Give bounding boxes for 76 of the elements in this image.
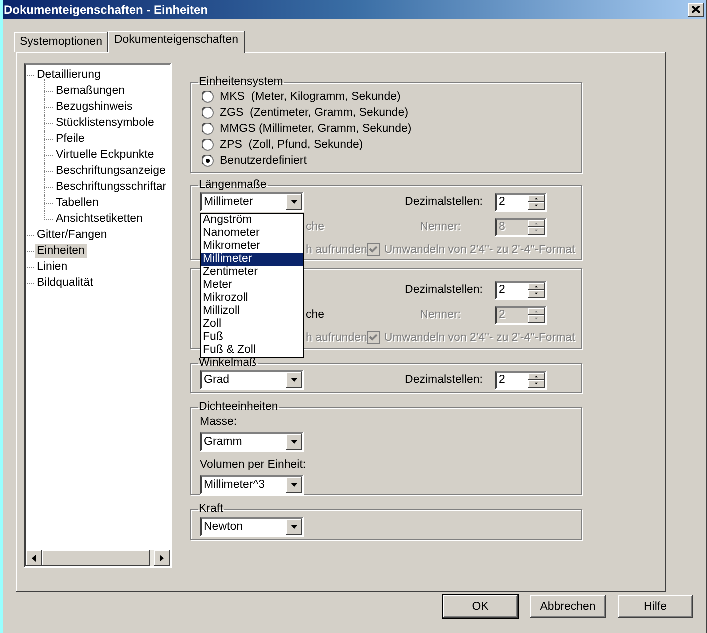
horizontal-scrollbar[interactable] [26,550,170,566]
dialog-button[interactable]: Hilfe [618,595,693,618]
list-option[interactable]: Mikrozoll [201,292,303,305]
number-spinner[interactable]: 2 [495,370,547,390]
group-title: Kraft [198,503,224,516]
tree-item[interactable]: Virtuelle Eckpunkte [54,148,156,162]
tree-item[interactable]: Pfeile [54,132,87,146]
tree-item[interactable]: Beschriftungsanzeige [54,164,168,178]
tree-item[interactable]: Bemaßungen [54,84,128,98]
window-title: Dokumenteigenschaften - Einheiten [4,2,208,16]
option-label: che [306,221,325,233]
dropdown-field[interactable]: Newton [200,517,304,537]
list-option[interactable]: Millizoll [201,305,303,318]
close-button[interactable] [688,2,704,16]
list-option[interactable]: Fuß & Zoll [201,344,303,357]
dropdown-field[interactable]: Gramm [200,432,304,452]
radio-label: MKS (Meter, Kilogramm, Sekunde) [220,91,401,103]
field-label: Masse: [200,415,238,430]
left-arrow-icon [32,554,36,562]
field-label: Volumen per Einheit: [200,458,308,473]
field-label: Nenner: [420,309,461,321]
list-option[interactable]: Angström [201,214,303,227]
tree-item[interactable]: Ansichtsetiketten [54,212,145,226]
dropdown-arrow-icon [290,378,298,382]
group-title: Winkelmaß [198,357,258,370]
field-label: Dezimalstellen: [405,374,483,386]
list-option[interactable]: Millimeter [201,253,303,266]
right-arrow-icon [160,554,164,562]
tree-item[interactable]: Bildqualität [35,276,96,290]
tree-item[interactable]: Linien [35,260,70,274]
radio-button[interactable] [202,155,214,167]
field-label: Nenner: [420,221,461,233]
tree-item[interactable]: Einheiten [35,244,87,258]
close-icon [692,6,700,13]
list-option[interactable]: Meter [201,279,303,292]
tree-item[interactable]: Stücklistensymbole [54,116,156,130]
list-option[interactable]: Fuß [201,331,303,344]
dropdown-field[interactable]: Millimeter [200,192,304,212]
checkbox-label: Umwandeln von 2'4''- zu 2'-4''-Format [384,244,576,256]
checkbox-label: Umwandeln von 2'4''- zu 2'-4''-Format [384,332,576,344]
list-option[interactable]: Mikrometer [201,240,303,253]
radio-button[interactable] [202,91,214,103]
tree-item[interactable]: Detaillierung [35,68,103,82]
radio-label: ZPS (Zoll, Pfund, Sekunde) [220,139,364,151]
tree-item[interactable]: Bezugshinweis [54,100,135,114]
number-spinner[interactable]: 2 [495,192,547,212]
group-title: Einheitensystem [198,76,284,89]
number-spinner[interactable]: 2 [495,280,547,300]
dropdown-arrow-icon [290,440,298,444]
list-option[interactable]: Zentimeter [201,266,303,279]
field-label: Dezimalstellen: [405,284,483,296]
tree-item[interactable]: Tabellen [54,196,101,210]
dropdown-arrow-icon [290,200,298,204]
radio-button[interactable] [202,139,214,151]
dropdown-field[interactable]: Grad [200,370,304,390]
option-label: h aufrunden [306,332,368,344]
radio-button[interactable] [202,123,214,135]
radio-label: ZGS (Zentimeter, Gramm, Sekunde) [220,107,409,119]
group-title: Längenmaße [198,179,268,192]
radio-label: MMGS (Millimeter, Gramm, Sekunde) [220,123,412,135]
tree-item[interactable]: Beschriftungsschriftar [54,180,169,194]
option-label: che [306,309,325,321]
dialog-button[interactable]: OK [443,595,518,618]
group-title: Dichteeinheiten [198,401,280,414]
dropdown-arrow-icon [290,525,298,529]
dialog-button[interactable]: Abbrechen [530,595,606,618]
tree-item[interactable]: Gitter/Fangen [35,228,110,242]
list-option[interactable]: Nanometer [201,227,303,240]
tab[interactable]: Dokumenteigenschaften [108,31,244,53]
list-option[interactable]: Zoll [201,318,303,331]
option-label: h aufrunden [306,244,368,256]
field-label: Dezimalstellen: [405,196,483,208]
radio-button[interactable] [202,107,214,119]
dropdown-arrow-icon [290,483,298,487]
radio-label: Benutzerdefiniert [220,155,307,167]
dropdown-field[interactable]: Millimeter^3 [200,475,304,495]
